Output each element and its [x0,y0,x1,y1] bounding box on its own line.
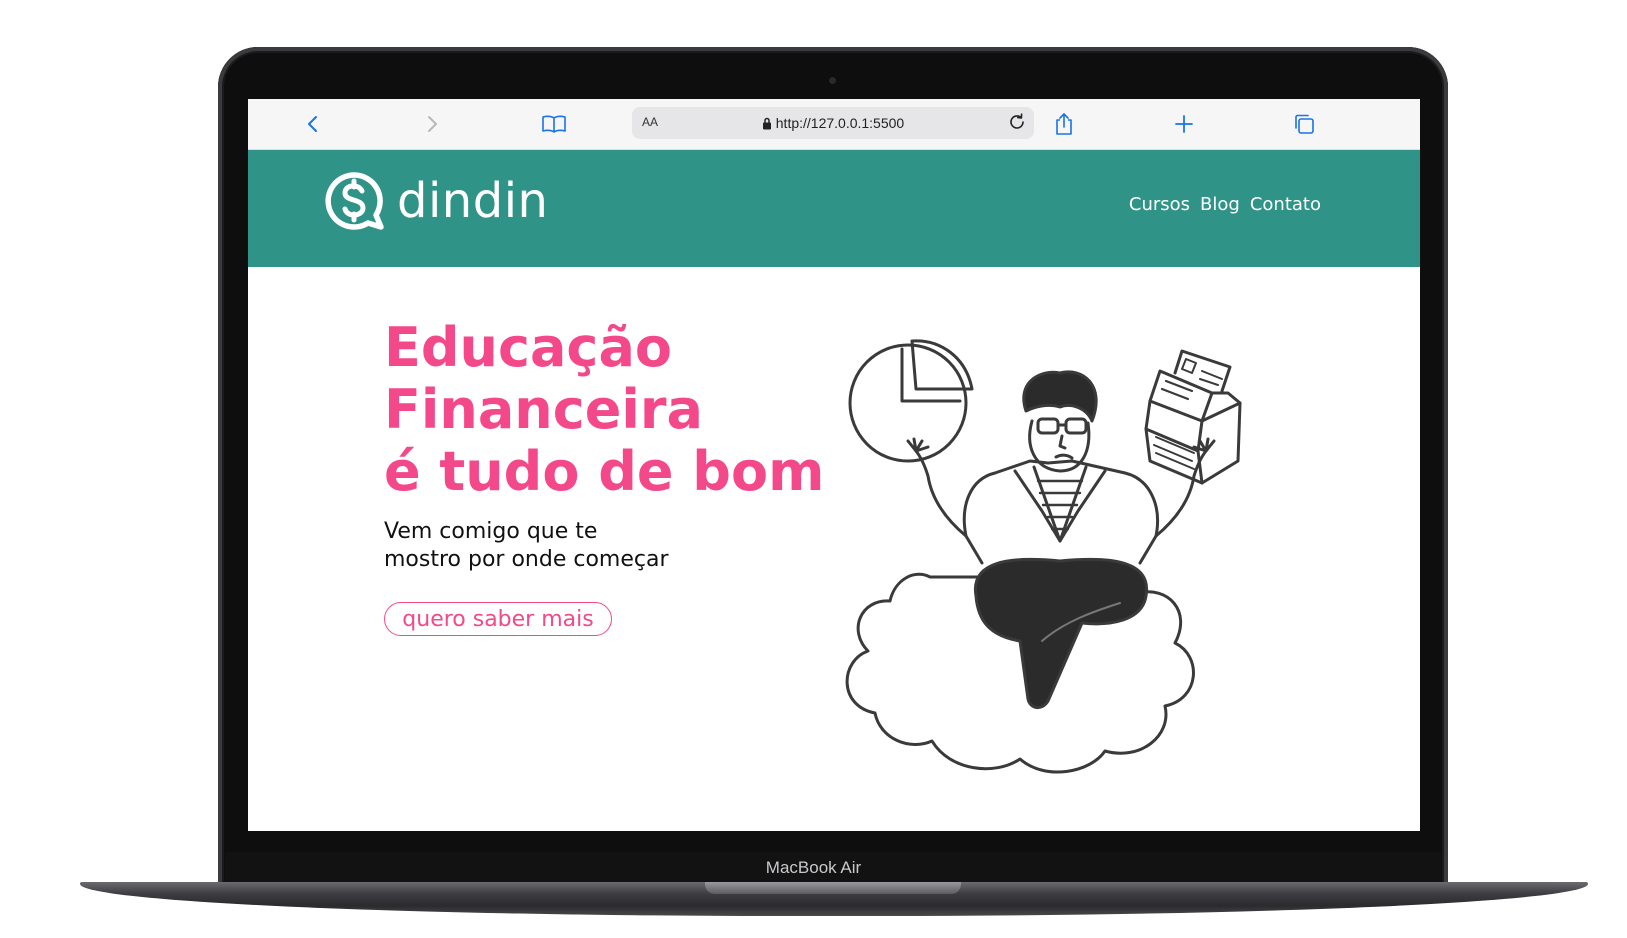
hero-title-line: Financeira [384,378,703,441]
nav-link-blog[interactable]: Blog [1200,194,1240,215]
back-icon[interactable] [299,110,327,138]
bookmarks-icon[interactable] [540,110,568,138]
hero-subtitle: Vem comigo que te mostro por onde começa… [384,518,669,574]
new-tab-icon[interactable] [1170,110,1198,138]
dollar-bubble-icon [325,172,384,230]
nav-link-cursos[interactable]: Cursos [1129,194,1190,215]
lock-icon [762,117,771,130]
tabs-icon[interactable] [1290,110,1318,138]
camera-dot [829,77,836,84]
nav-link-contato[interactable]: Contato [1250,194,1321,215]
reload-icon[interactable] [1006,111,1028,137]
learn-more-button[interactable]: quero saber mais [384,602,612,636]
brand-name: dindin [397,173,549,229]
browser-window: AA http://127.0.0.1:5500 dindin Cursos B… [248,99,1420,831]
url-text: http://127.0.0.1:5500 [775,115,905,131]
hero-title-line: Educação [384,316,672,379]
forward-icon[interactable] [418,110,446,138]
device-label: MacBook Air [765,858,862,877]
hero-title-line: é tudo de bom [384,440,825,503]
brand-logo[interactable]: dindin [323,170,548,232]
hero-subtitle-line: mostro por onde começar [384,547,669,572]
hero-subtitle-line: Vem comigo que te [384,519,598,544]
share-icon[interactable] [1050,110,1078,138]
address-bar[interactable]: AA http://127.0.0.1:5500 [632,107,1034,139]
hero-title: Educação Financeira é tudo de bom [384,317,824,503]
main-nav: Cursos Blog Contato [1129,194,1321,215]
laptop-notch [705,882,961,894]
meditating-person-illustration [845,339,1242,774]
browser-toolbar: AA http://127.0.0.1:5500 [248,99,1420,150]
site-header: dindin Cursos Blog Contato [248,150,1420,267]
